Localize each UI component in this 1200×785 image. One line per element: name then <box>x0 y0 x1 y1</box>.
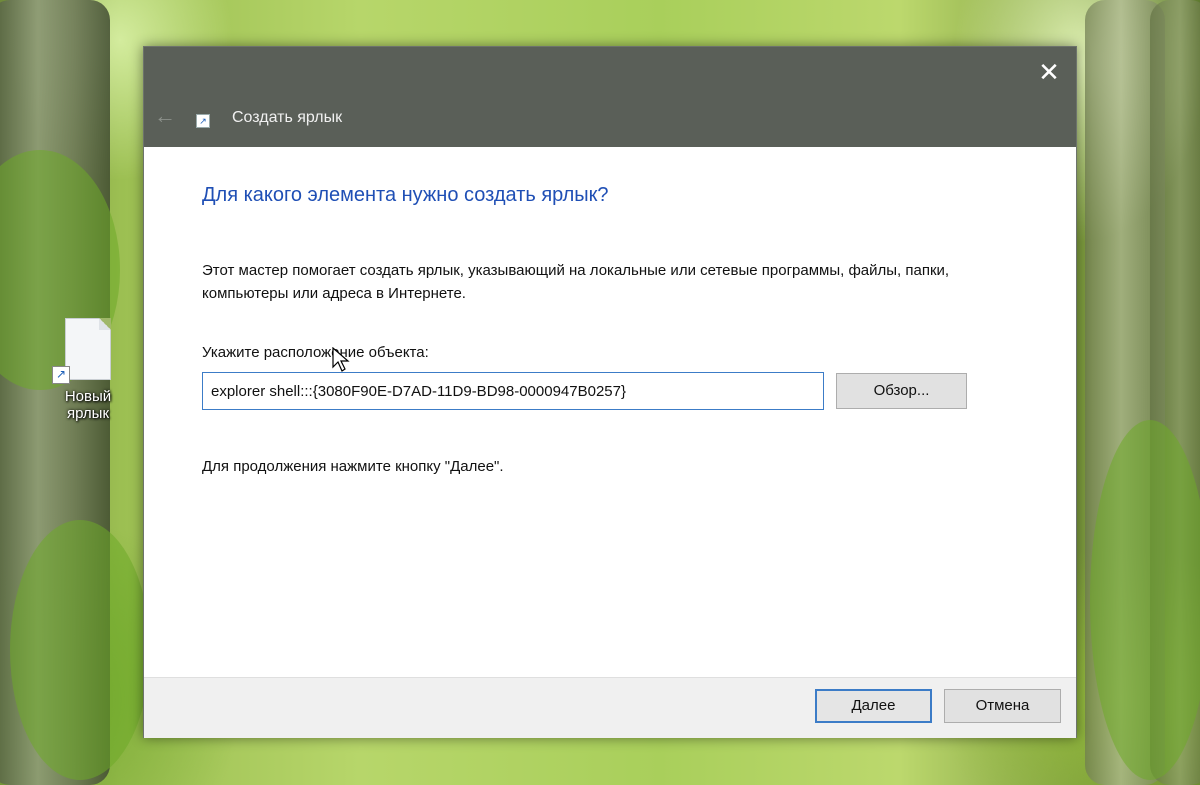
browse-button[interactable]: Обзор... <box>836 373 967 409</box>
continue-hint: Для продолжения нажмите кнопку "Далее". <box>202 458 504 475</box>
dialog-footer <box>144 677 1076 738</box>
foliage <box>1090 420 1200 780</box>
mouse-cursor-icon <box>332 347 350 372</box>
dialog-title: Создать ярлык <box>232 109 343 126</box>
desktop-shortcut-new[interactable]: ↗ Новый ярлык <box>48 318 128 422</box>
dialog-titlebar: ✕ ← ↗ Создать ярлык <box>144 47 1076 147</box>
file-icon <box>65 318 111 380</box>
cancel-button[interactable]: Отмена <box>944 689 1061 723</box>
create-shortcut-dialog: ✕ ← ↗ Создать ярлык Для какого элемента … <box>143 46 1077 738</box>
foliage <box>10 520 150 780</box>
wizard-description: Этот мастер помогает создать ярлык, указ… <box>202 262 950 302</box>
wizard-heading: Для какого элемента нужно создать ярлык? <box>202 184 609 206</box>
desktop-icon-label: Новый ярлык <box>48 388 128 422</box>
shortcut-arrow-icon: ↗ <box>52 366 70 384</box>
close-icon[interactable]: ✕ <box>1032 55 1066 89</box>
desktop-icon-label-line2: ярлык <box>66 405 110 422</box>
location-input[interactable] <box>202 372 824 410</box>
back-arrow-icon[interactable]: ← <box>152 103 178 129</box>
location-label: Укажите расположение объекта: <box>202 344 429 361</box>
desktop-icon-label-line1: Новый <box>64 388 112 405</box>
shortcut-wizard-icon: ↗ <box>196 114 210 128</box>
next-button[interactable]: Далее <box>815 689 932 723</box>
